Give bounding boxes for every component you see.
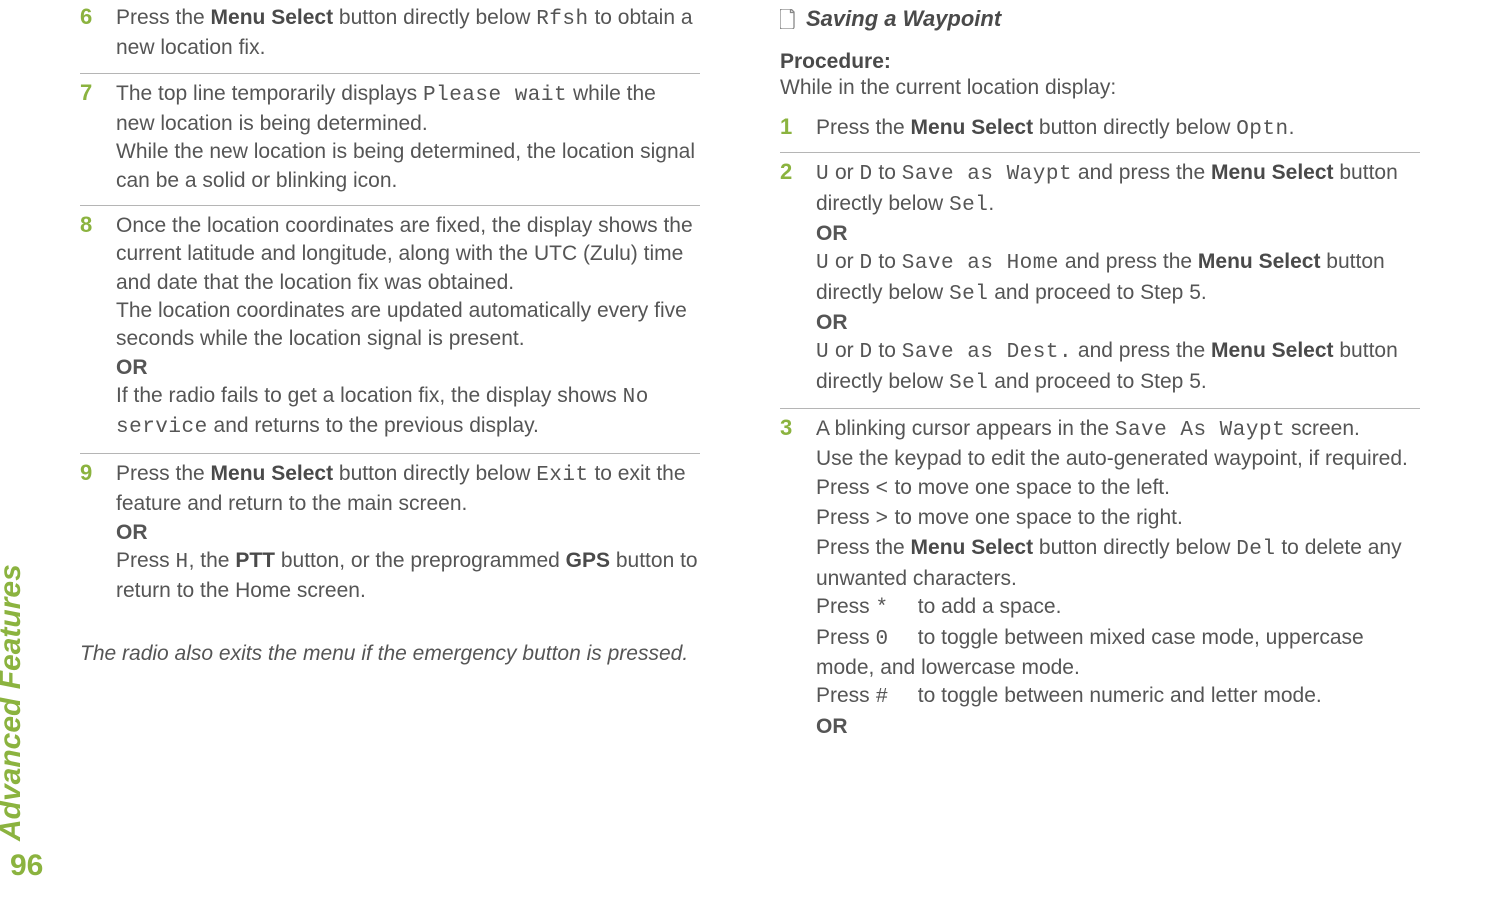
step-item: 6 Press the Menu Select button directly … xyxy=(80,4,700,74)
step-body: A blinking cursor appears in the Save As… xyxy=(816,415,1420,741)
step-number: 1 xyxy=(780,114,792,140)
step-body: Press the Menu Select button directly be… xyxy=(116,4,700,63)
step-body: Press the Menu Select button directly be… xyxy=(116,460,700,606)
content-columns: 6 Press the Menu Select button directly … xyxy=(60,0,1445,757)
step-item: 3 A blinking cursor appears in the Save … xyxy=(780,415,1420,751)
step-number: 9 xyxy=(80,460,92,486)
section-label: Advanced Features xyxy=(0,564,28,841)
step-item: 7 The top line temporarily displays Plea… xyxy=(80,80,700,206)
step-number: 8 xyxy=(80,212,92,238)
section-heading: Saving a Waypoint xyxy=(780,6,1420,32)
document-icon xyxy=(780,9,796,29)
step-body: Press the Menu Select button directly be… xyxy=(816,114,1420,144)
step-body: U or D to Save as Waypt and press the Me… xyxy=(816,159,1420,398)
step-item: 1 Press the Menu Select button directly … xyxy=(780,114,1420,153)
step-body: Once the location coordinates are fixed,… xyxy=(116,212,700,443)
step-number: 3 xyxy=(780,415,792,441)
step-number: 2 xyxy=(780,159,792,185)
right-step-list: 1 Press the Menu Select button directly … xyxy=(780,114,1420,751)
left-step-list: 6 Press the Menu Select button directly … xyxy=(80,4,700,616)
footnote: The radio also exits the menu if the eme… xyxy=(80,640,700,668)
step-item: 9 Press the Menu Select button directly … xyxy=(80,460,700,616)
step-item: 8 Once the location coordinates are fixe… xyxy=(80,212,700,454)
procedure-subtext: While in the current location display: xyxy=(780,76,1420,100)
step-number: 7 xyxy=(80,80,92,106)
step-number: 6 xyxy=(80,4,92,30)
step-body: The top line temporarily displays Please… xyxy=(116,80,700,195)
manual-page: Advanced Features 96 6 Press the Menu Se… xyxy=(0,0,1505,901)
right-column: Saving a Waypoint Procedure: While in th… xyxy=(780,4,1420,757)
section-heading-text: Saving a Waypoint xyxy=(806,6,1001,32)
step-item: 2 U or D to Save as Waypt and press the … xyxy=(780,159,1420,409)
procedure-label: Procedure: xyxy=(780,50,1420,74)
page-number: 96 xyxy=(10,849,43,883)
left-column: 6 Press the Menu Select button directly … xyxy=(80,4,700,757)
